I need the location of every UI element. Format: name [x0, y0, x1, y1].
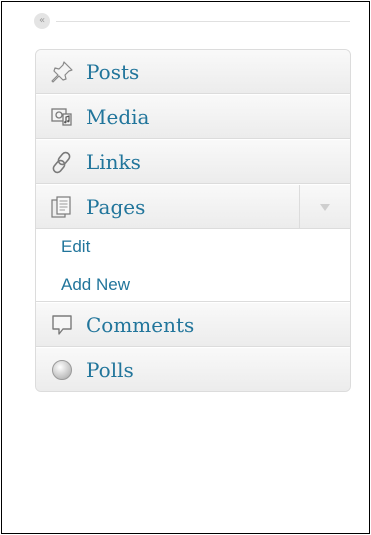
menu-item-label: Media [86, 104, 150, 129]
pushpin-icon [49, 59, 75, 85]
collapse-menu-button[interactable]: « [34, 13, 50, 29]
submenu-item-edit[interactable]: Edit [36, 235, 350, 259]
menu-item-pages[interactable]: Pages [36, 184, 350, 229]
media-icon [49, 104, 75, 130]
menu-item-label: Pages [86, 194, 146, 219]
speech-bubble-icon [49, 312, 75, 338]
menu-item-links[interactable]: Links [36, 139, 350, 184]
pages-submenu: Edit Add New [36, 229, 350, 302]
circle-icon [49, 357, 75, 383]
admin-menu: Posts Media Links Pages Edit Add New Com… [35, 49, 351, 392]
collapse-row: « [34, 13, 350, 29]
submenu-item-add-new[interactable]: Add New [36, 273, 350, 297]
menu-item-label: Comments [86, 312, 195, 337]
admin-menu-frame: « Posts Media Links Pages Edit Add New C… [1, 1, 370, 534]
menu-item-polls[interactable]: Polls [36, 347, 350, 391]
divider [56, 21, 350, 22]
menu-item-label: Posts [86, 59, 140, 84]
menu-item-posts[interactable]: Posts [36, 50, 350, 94]
submenu-toggle[interactable] [299, 185, 350, 228]
link-chain-icon [49, 149, 75, 175]
menu-item-media[interactable]: Media [36, 94, 350, 139]
menu-item-label: Polls [86, 357, 134, 382]
triangle-down-icon [320, 203, 330, 211]
pages-icon [49, 194, 75, 220]
menu-item-label: Links [86, 149, 141, 174]
menu-item-comments[interactable]: Comments [36, 302, 350, 347]
